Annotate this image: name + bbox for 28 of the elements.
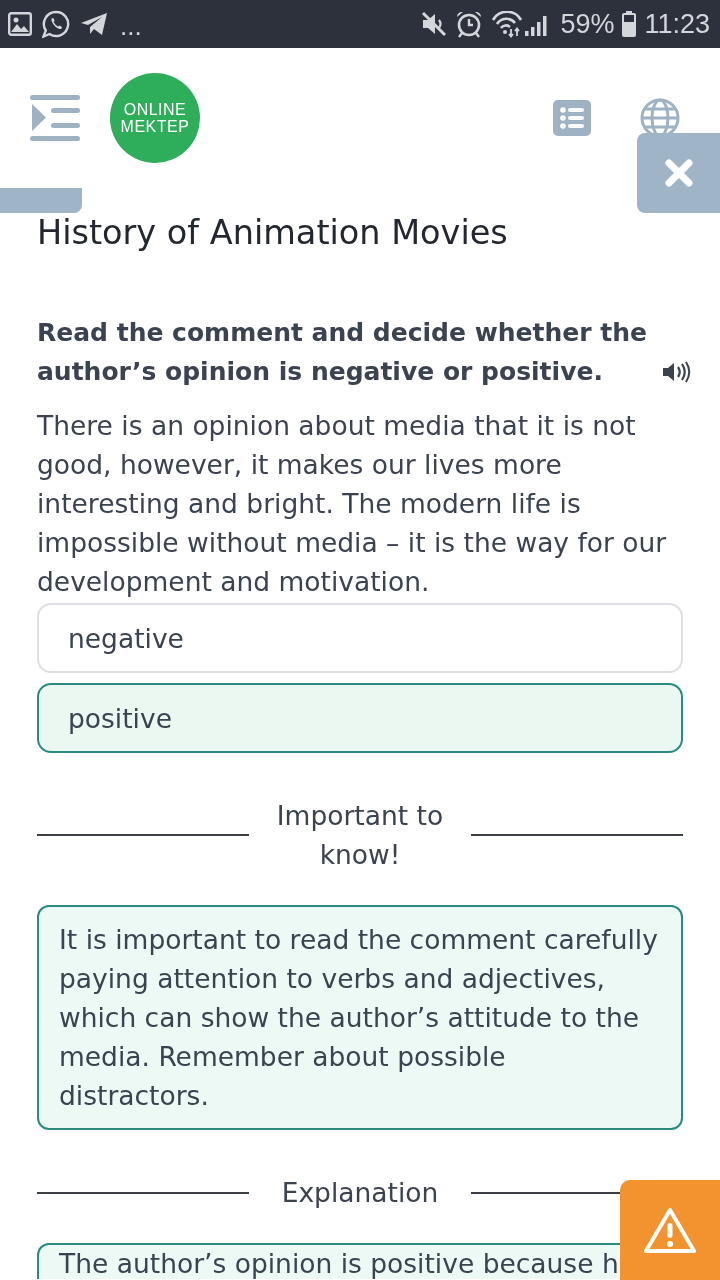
image-icon (8, 12, 32, 36)
logo-text: ONLINE MEKTEP (119, 101, 191, 135)
page-title: History of Animation Movies (36, 213, 509, 253)
alarm-clock-icon (455, 10, 484, 38)
mute-icon (421, 11, 448, 37)
wifi-icon (491, 10, 524, 38)
section-heading: Important to know! (275, 799, 445, 872)
close-icon (664, 159, 693, 187)
answer-option[interactable]: negative (37, 603, 683, 673)
note-text: The author’s opinion is positive because h (59, 1249, 620, 1279)
answer-option[interactable]: positive (37, 683, 683, 753)
warning-icon (644, 1206, 696, 1254)
battery-percent: 59% (560, 8, 615, 40)
report-button[interactable] (620, 1180, 720, 1280)
instruction-text: Read the comment and decide whether the author’s opinion is negative or positive. (37, 317, 648, 388)
menu-icon[interactable] (30, 95, 80, 141)
chat-bubble-icon (42, 10, 70, 38)
speaker-icon[interactable] (661, 359, 691, 385)
notification-overflow: ... (120, 11, 142, 41)
list-icon[interactable] (553, 100, 591, 136)
section-heading: Explanation (280, 1176, 440, 1210)
clock-time: 11:23 (644, 8, 710, 40)
battery-icon (622, 11, 637, 37)
close-button[interactable] (637, 133, 720, 213)
note-text: It is important to read the comment carefully paying attention to verbs and adjectives, which can show the author’s attitude to the media. Remember about possible distractors. (59, 923, 659, 1113)
passage-text: There is an opinion about media that it is not good, however, it makes our lives more interesting and bright. The modern life is impossible without media – it is the way for our development and motivation. (37, 409, 668, 599)
paper-plane-icon (80, 12, 108, 36)
globe-icon[interactable] (640, 98, 680, 133)
